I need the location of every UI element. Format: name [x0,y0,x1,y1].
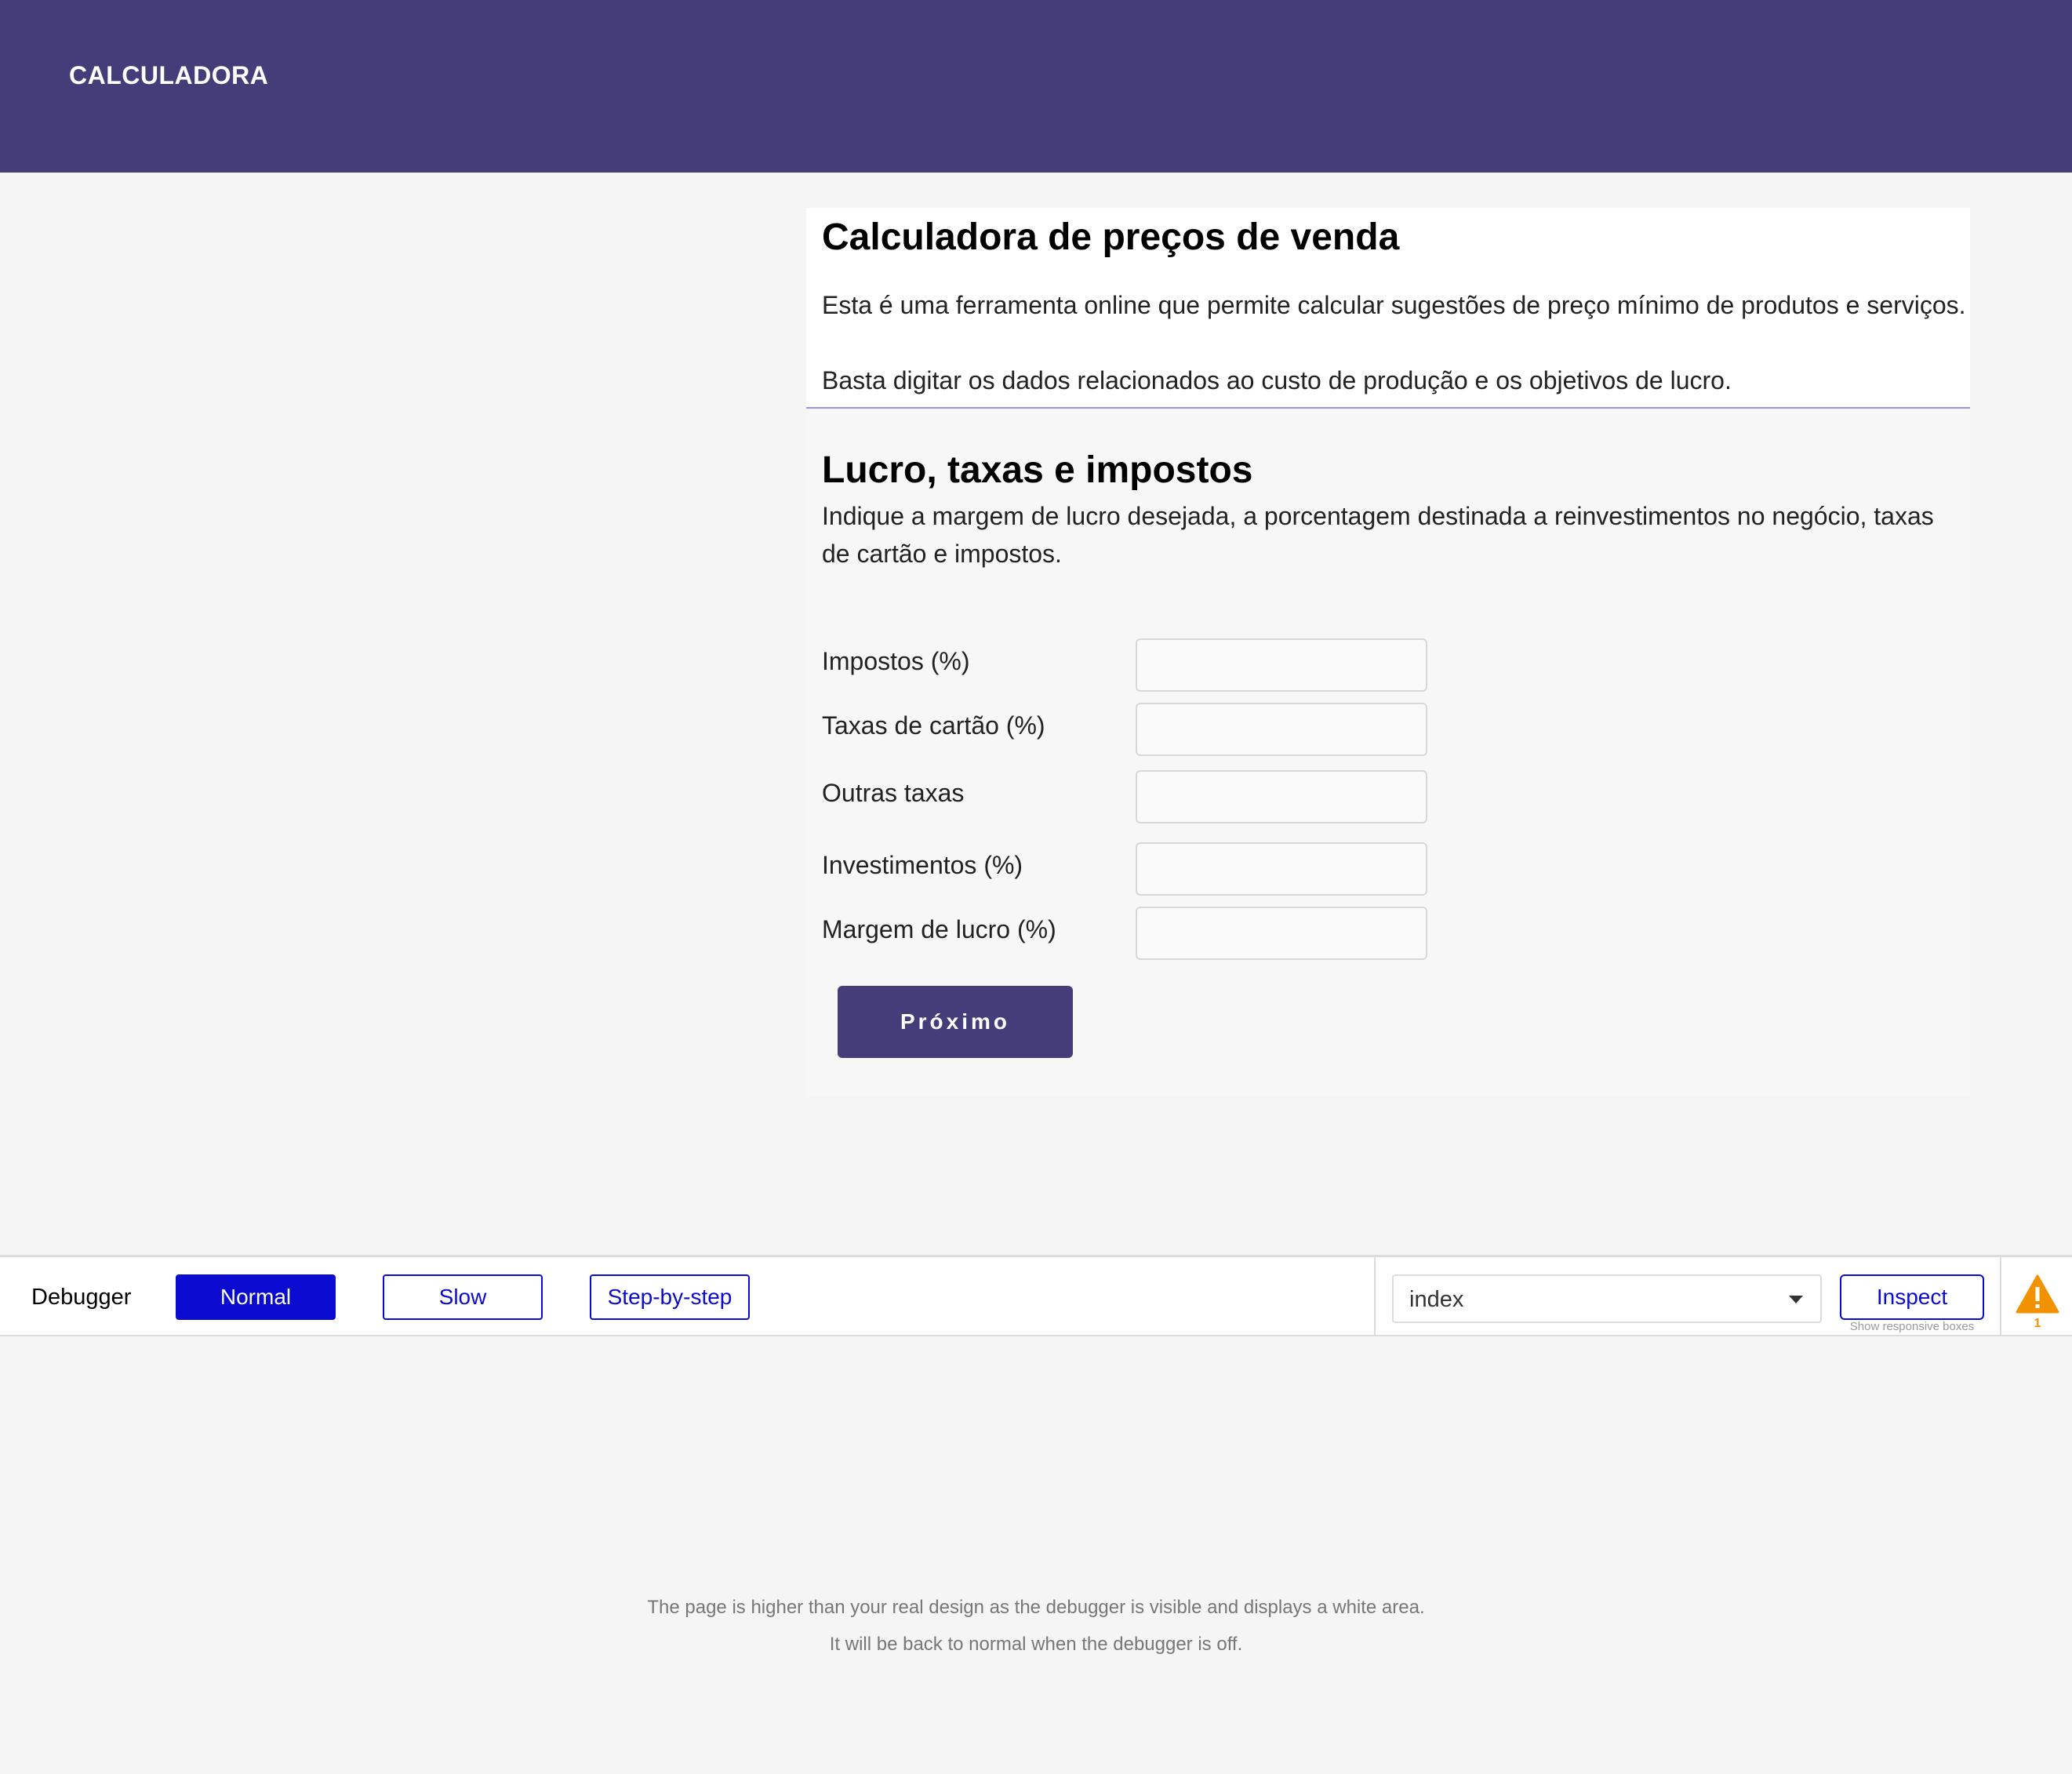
other-fees-label: Outras taxas [822,779,965,807]
form-card: Lucro, taxas e impostos Indique a margem… [806,409,1970,1096]
slow-mode-button[interactable]: Slow [383,1274,543,1320]
debugger-note-line-1: The page is higher than your real design… [647,1597,1425,1618]
debugger-divider [1374,1257,1376,1336]
step-by-step-button[interactable]: Step-by-step [590,1274,750,1320]
taxes-input[interactable] [1136,638,1427,692]
debugger-bar: Debugger Normal Slow Step-by-step index … [0,1255,2072,1336]
normal-mode-button[interactable]: Normal [176,1274,336,1320]
profit-margin-input[interactable] [1136,907,1427,960]
section-title: Lucro, taxas e impostos [822,449,1253,491]
profit-margin-label: Margem de lucro (%) [822,915,1056,943]
warning-count: 1 [2034,1317,2041,1330]
page-select[interactable]: index [1392,1274,1822,1323]
page-title: Calculadora de preços de venda [822,216,1400,258]
debugger-divider [2000,1257,2001,1336]
top-header: CALCULADORA [0,0,2072,173]
inspect-subtitle: Show responsive boxes [1849,1320,1975,1333]
taxes-label: Impostos (%) [822,647,970,675]
investments-label: Investimentos (%) [822,851,1023,879]
card-fees-label: Taxas de cartão (%) [822,711,1045,740]
debugger-note-line-2: It will be back to normal when the debug… [829,1634,1243,1655]
inspect-button[interactable]: Inspect [1840,1274,1984,1320]
intro-paragraph-1: Esta é uma ferramenta online que permite… [822,291,1966,319]
debugger-label: Debugger [31,1285,132,1310]
investments-input[interactable] [1136,842,1427,896]
warning-icon[interactable] [2016,1274,2059,1314]
section-description: Indique a margem de lucro desejada, a po… [822,502,1934,568]
brand-title[interactable]: CALCULADORA [69,61,268,90]
other-fees-input[interactable] [1136,770,1427,823]
next-button[interactable]: Próximo [838,986,1073,1058]
chevron-down-icon [1789,1296,1803,1303]
intro-card: Calculadora de preços de venda Esta é um… [806,208,1970,409]
intro-paragraph-2: Basta digitar os dados relacionados ao c… [822,366,1732,394]
page-select-value: index [1409,1287,1464,1312]
card-fees-input[interactable] [1136,703,1427,756]
